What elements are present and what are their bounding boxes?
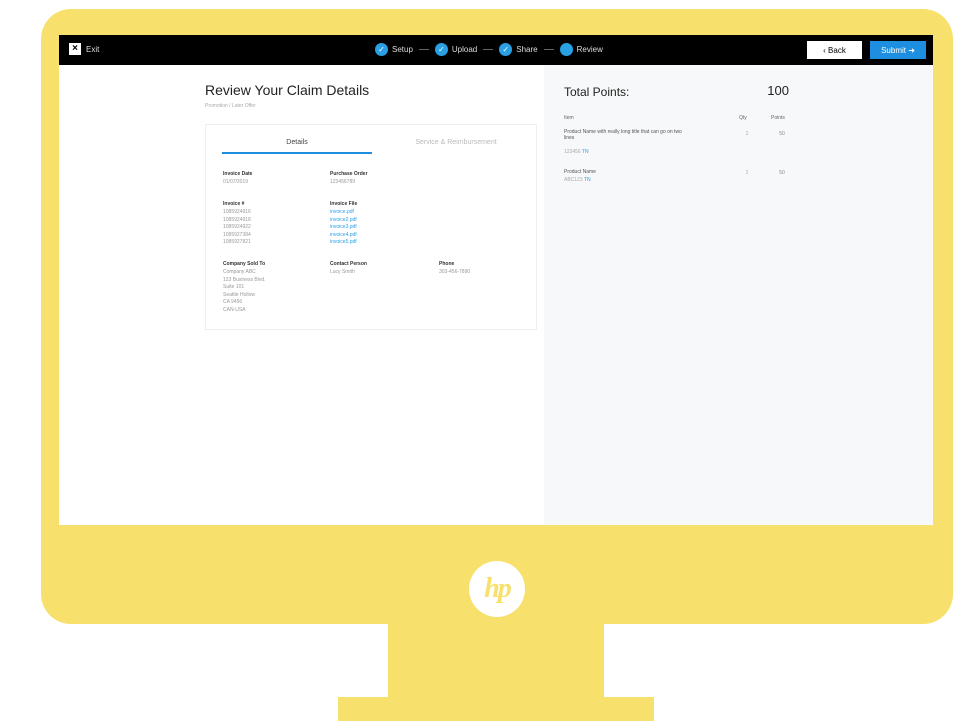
purchase-order-value: 123456789 [330,179,356,185]
phone-label: Phone [439,261,455,267]
address-line: Suite 101 [223,284,245,290]
step-review[interactable]: Review [559,43,603,56]
step-share[interactable]: ✓ Share [499,43,538,56]
back-button[interactable]: ‹ Back [807,41,862,59]
sku-link[interactable]: TN [582,149,589,155]
invoice-file-link[interactable]: invoice2.pdf [330,217,357,225]
invoice-date-label: Invoice Date [223,171,253,177]
total-points-label: Total Points: [564,85,630,99]
invoice-file-label: Invoice File [330,201,358,207]
item-qty: 1 [745,131,749,137]
monitor-neck [388,624,604,697]
contact-label: Contact Person [330,261,367,267]
sku-text: 123456 [564,149,581,155]
page-title: Review Your Claim Details [205,82,370,98]
step-divider [418,49,429,50]
step-label: Share [516,45,538,54]
sku-text: ABC123 [564,177,583,183]
phone-value: 303-456-7890 [439,269,471,275]
invoice-number: 1085924918 [223,216,251,223]
claim-details-card: Details Service & Reimbursement Invoice … [205,124,537,330]
contact-value: Lucy Smith [330,269,355,275]
address-line: Seattle Hollow [223,291,255,298]
progress-stepper: ✓ Setup ✓ Upload ✓ Share Review [375,43,603,56]
step-upload[interactable]: ✓ Upload [434,43,478,56]
address-line: CAN-USA [223,306,246,313]
hp-logo-text: hp [484,573,512,604]
item-sku: ABC123 TN [564,177,591,183]
tab-service-reimbursement[interactable]: Service & Reimbursement [386,139,526,146]
item-points: 50 [779,131,785,137]
total-points-value: 100 [767,83,789,98]
exit-button[interactable]: × Exit [69,43,99,55]
item-sku: 123456 TN [564,149,589,155]
invoice-file-link[interactable]: invoice.pdf [330,209,357,217]
exit-label: Exit [86,44,100,54]
invoice-number-label: Invoice # [223,201,245,207]
sku-link[interactable]: TN [584,177,591,183]
item-points: 50 [779,170,785,176]
address-line: CA 9456 [223,299,243,305]
invoice-file-list: invoice.pdf invoice2.pdf invoice3.pdf in… [330,209,357,247]
invoice-file-link[interactable]: invoice5.pdf [330,239,357,247]
address-line: Company ABC [223,269,256,275]
invoice-number: 1085927821 [223,239,251,245]
invoice-number: 1085924922 [223,224,251,230]
purchase-order-label: Purchase Order [330,171,368,177]
invoice-date-value: 01/07/2019 [223,179,249,185]
hp-logo: hp [469,561,525,617]
item-name: Product Name [564,169,596,175]
step-setup[interactable]: ✓ Setup [375,43,413,56]
breadcrumb: Promotion / Later Offer [205,103,256,109]
invoice-file-link[interactable]: invoice3.pdf [330,224,357,232]
screen: × Exit ✓ Setup ✓ Upload ✓ Share Review ‹… [59,35,933,525]
invoice-number: 1085924916 [223,209,251,215]
company-address: Company ABC 123 Business Blvd. Suite 101… [223,269,266,314]
item-qty: 1 [745,170,749,176]
close-icon: × [69,43,81,55]
top-bar: × Exit ✓ Setup ✓ Upload ✓ Share Review ‹… [59,35,933,65]
item-name: Product Name with really long title that… [564,129,682,141]
column-qty: Qty [739,115,747,121]
company-label: Company Sold To [223,261,266,267]
step-label: Upload [451,45,478,54]
step-label: Review [576,45,603,54]
check-icon: ✓ [499,43,513,56]
address-line: 123 Business Blvd. [223,276,266,283]
step-divider [483,49,494,50]
step-divider [543,49,554,50]
invoice-number-list: 1085924916 1085924918 1085924922 1085927… [223,209,251,247]
step-label: Setup [392,45,413,54]
invoice-file-link[interactable]: invoice4.pdf [330,232,357,240]
invoice-number: 1085927384 [223,231,251,238]
column-item: Item [564,115,574,121]
tab-details[interactable]: Details [222,139,372,154]
current-step-icon [559,43,573,56]
column-points: Points [771,115,785,121]
monitor-base [338,697,654,721]
submit-button[interactable]: Submit ➜ [870,41,926,59]
check-icon: ✓ [434,43,448,56]
check-icon: ✓ [375,43,388,56]
